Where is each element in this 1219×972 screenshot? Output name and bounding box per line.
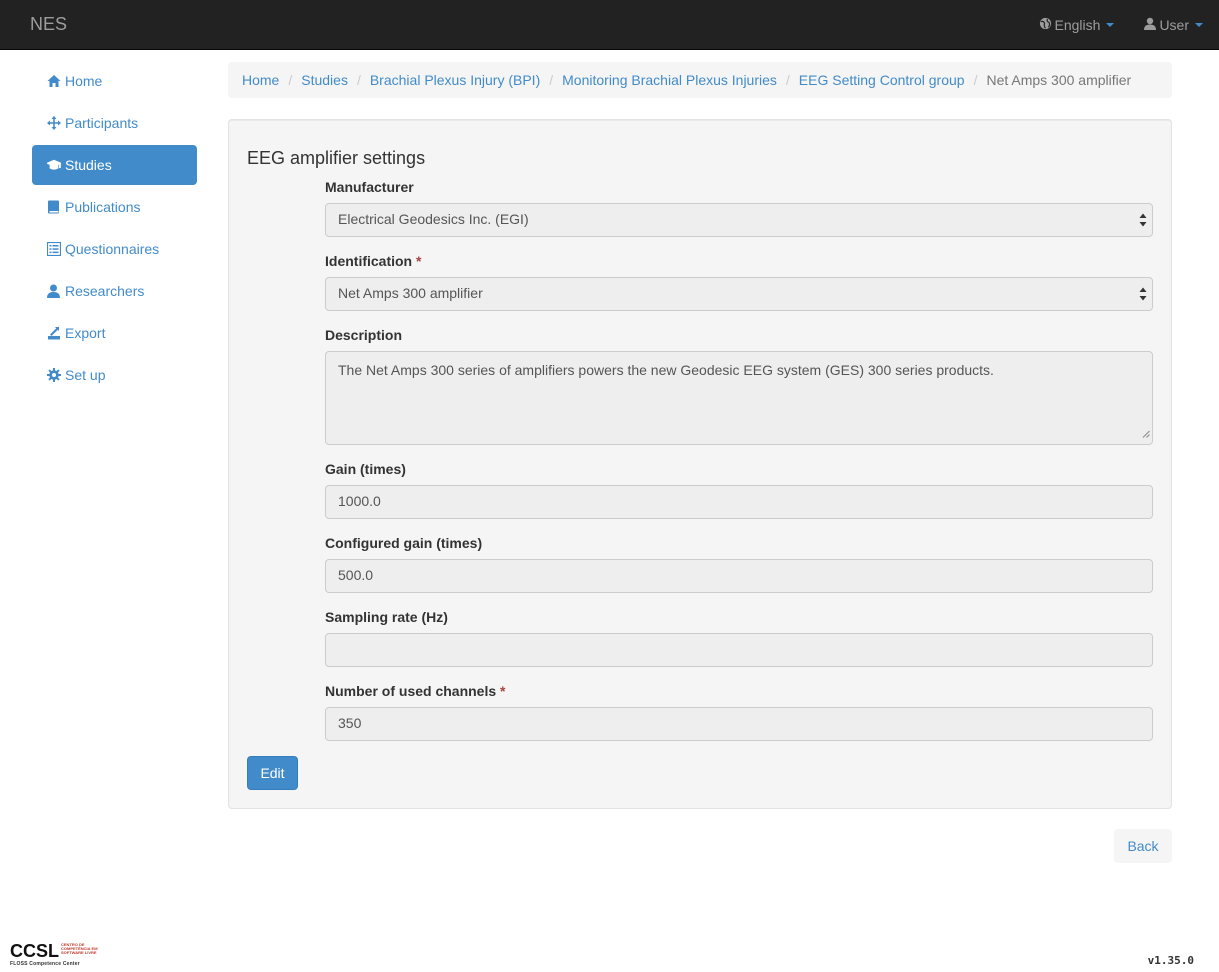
brand-logo[interactable]: NES	[30, 14, 67, 35]
breadcrumb-eeg-setting[interactable]: EEG Setting Control group	[799, 72, 965, 88]
move-icon	[47, 116, 61, 130]
user-icon	[47, 284, 61, 298]
version-label: v1.35.0	[1147, 954, 1194, 967]
ccsl-logo-small-text: CENTRO DE COMPETÊNCIA EM SOFTWARE LIVRE	[61, 941, 98, 955]
select-arrows-icon	[1139, 213, 1147, 227]
language-dropdown[interactable]: English	[1024, 0, 1130, 50]
breadcrumb-separator: /	[973, 72, 978, 88]
sampling-rate-input[interactable]	[325, 633, 1153, 667]
top-navbar: NES English User	[0, 0, 1219, 50]
identification-group: Identification * Net Amps 300 amplifier	[325, 253, 1153, 311]
home-icon	[47, 74, 61, 88]
edit-button[interactable]: Edit	[247, 756, 298, 790]
gain-group: Gain (times) 1000.0	[325, 461, 1153, 519]
required-marker: *	[500, 683, 506, 699]
sampling-rate-group: Sampling rate (Hz)	[325, 609, 1153, 667]
gain-input[interactable]: 1000.0	[325, 485, 1153, 519]
resize-grip-icon[interactable]	[1142, 424, 1150, 442]
sidebar-item-publications[interactable]: Publications	[32, 187, 197, 227]
cog-icon	[47, 368, 61, 382]
select-arrows-icon	[1139, 287, 1147, 301]
configured-gain-input[interactable]: 500.0	[325, 559, 1153, 593]
breadcrumb-current: Net Amps 300 amplifier	[986, 72, 1132, 88]
breadcrumb-separator: /	[785, 72, 790, 88]
sidebar-item-label: Questionnaires	[65, 241, 160, 257]
globe-icon	[1039, 17, 1055, 33]
back-button[interactable]: Back	[1114, 829, 1172, 863]
configured-gain-value: 500.0	[338, 567, 374, 583]
sidebar-item-label: Set up	[65, 367, 106, 383]
amplifier-settings-panel: EEG amplifier settings Manufacturer Elec…	[228, 119, 1172, 809]
user-dropdown[interactable]: User	[1129, 0, 1219, 50]
description-textarea[interactable]: The Net Amps 300 series of amplifiers po…	[325, 351, 1153, 445]
channels-label: Number of used channels *	[325, 683, 1153, 701]
identification-label-text: Identification	[325, 253, 413, 269]
sidebar-item-researchers[interactable]: Researchers	[32, 271, 197, 311]
sidebar-nav: Home Participants Studies Publications Q…	[32, 61, 197, 397]
description-value: The Net Amps 300 series of amplifiers po…	[338, 362, 994, 378]
sidebar-item-set-up[interactable]: Set up	[32, 355, 197, 395]
manufacturer-label: Manufacturer	[325, 179, 414, 195]
caret-down-icon	[1106, 23, 1115, 27]
user-icon	[1144, 17, 1159, 33]
channels-input[interactable]: 350	[325, 707, 1153, 741]
channels-value: 350	[338, 715, 362, 731]
sampling-rate-label: Sampling rate (Hz)	[325, 609, 448, 625]
channels-group: Number of used channels * 350	[325, 683, 1153, 741]
description-group: Description The Net Amps 300 series of a…	[325, 327, 1153, 445]
panel-title: EEG amplifier settings	[247, 148, 426, 168]
sidebar-item-label: Participants	[65, 115, 139, 131]
ccsl-logo-subtitle: FLOSS Competence Center	[10, 961, 80, 967]
breadcrumb-separator: /	[288, 72, 293, 88]
book-icon	[47, 200, 61, 214]
sidebar-item-label: Home	[65, 73, 103, 89]
navbar-right: English User	[1024, 0, 1219, 50]
gain-value: 1000.0	[338, 493, 381, 509]
breadcrumb-separator: /	[549, 72, 554, 88]
list-alt-icon	[47, 242, 61, 256]
manufacturer-group: Manufacturer Electrical Geodesics Inc. (…	[325, 179, 1153, 237]
manufacturer-select[interactable]: Electrical Geodesics Inc. (EGI)	[325, 203, 1153, 237]
manufacturer-value: Electrical Geodesics Inc. (EGI)	[338, 211, 529, 227]
sidebar-item-home[interactable]: Home	[32, 61, 197, 101]
description-label: Description	[325, 327, 403, 343]
sidebar-item-export[interactable]: Export	[32, 313, 197, 353]
sidebar-item-label: Publications	[65, 199, 141, 215]
education-icon	[47, 158, 61, 172]
required-marker: *	[416, 253, 422, 269]
sidebar-item-label: Researchers	[65, 283, 145, 299]
user-label: User	[1159, 17, 1189, 33]
channels-label-text: Number of used channels	[325, 683, 497, 699]
sidebar-item-studies[interactable]: Studies	[32, 145, 197, 185]
sidebar-item-questionnaires[interactable]: Questionnaires	[32, 229, 197, 269]
configured-gain-group: Configured gain (times) 500.0	[325, 535, 1153, 593]
ccsl-logo-text: CCSL	[10, 941, 59, 961]
identification-label: Identification *	[325, 253, 1153, 271]
breadcrumb-separator: /	[356, 72, 361, 88]
ccsl-logo-line: SOFTWARE LIVRE	[61, 950, 97, 955]
breadcrumb-experiment[interactable]: Monitoring Brachial Plexus Injuries	[562, 72, 777, 88]
configured-gain-label: Configured gain (times)	[325, 535, 483, 551]
language-label: English	[1054, 17, 1101, 33]
sidebar-item-label: Studies	[65, 157, 112, 173]
export-icon	[47, 326, 61, 340]
breadcrumb: Home / Studies / Brachial Plexus Injury …	[228, 62, 1172, 98]
caret-down-icon	[1195, 23, 1203, 27]
identification-select[interactable]: Net Amps 300 amplifier	[325, 277, 1153, 311]
gain-label: Gain (times)	[325, 461, 406, 477]
identification-value: Net Amps 300 amplifier	[338, 285, 483, 301]
sidebar-item-participants[interactable]: Participants	[32, 103, 197, 143]
breadcrumb-study[interactable]: Brachial Plexus Injury (BPI)	[370, 72, 540, 88]
breadcrumb-home[interactable]: Home	[242, 72, 279, 88]
sidebar-item-label: Export	[65, 325, 106, 341]
breadcrumb-studies[interactable]: Studies	[301, 72, 348, 88]
